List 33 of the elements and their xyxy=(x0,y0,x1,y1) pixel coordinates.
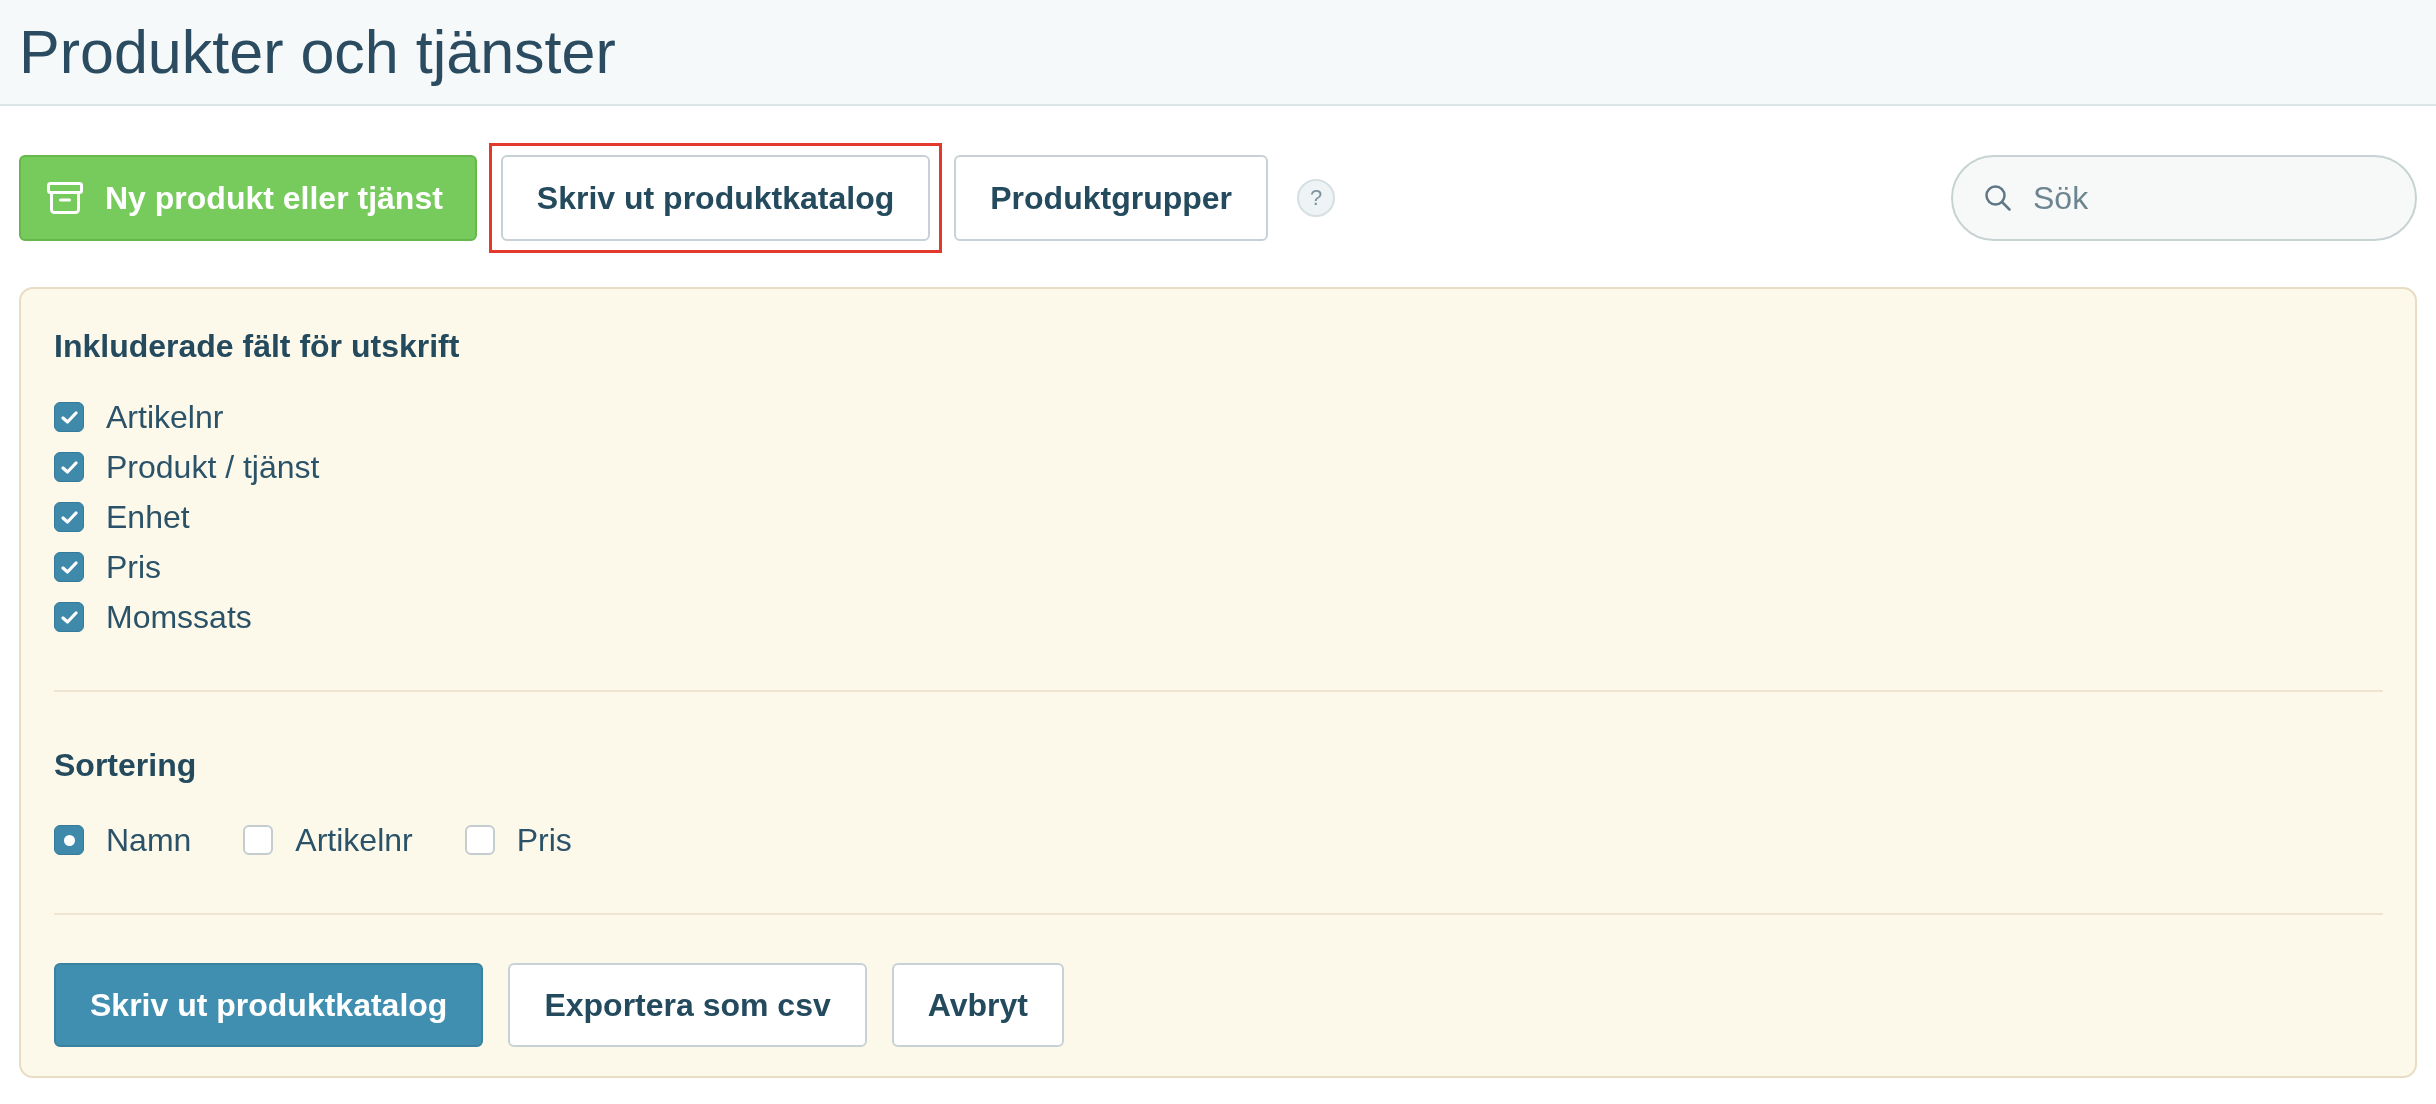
checkbox-label: Artikelnr xyxy=(106,398,224,437)
radio-button[interactable] xyxy=(54,825,84,855)
checkbox[interactable] xyxy=(54,602,84,632)
radio-button[interactable] xyxy=(243,825,274,855)
radio-label: Pris xyxy=(516,821,572,860)
checkbox-label: Produkt / tjänst xyxy=(106,448,320,487)
checkbox[interactable] xyxy=(54,452,84,482)
checkmark-icon xyxy=(60,410,78,424)
checkbox[interactable] xyxy=(54,552,84,582)
checkmark-icon xyxy=(60,560,78,574)
action-button[interactable]: Exportera som csv xyxy=(508,963,867,1047)
checkbox-label: Pris xyxy=(106,548,162,587)
search-icon xyxy=(1985,185,2011,211)
search-field[interactable]: Sök xyxy=(1951,155,2417,241)
toolbar-button[interactable]: Produktgrupper xyxy=(954,155,1268,241)
checkmark-icon xyxy=(60,510,78,524)
radio-button[interactable] xyxy=(464,825,495,855)
archive-box-icon xyxy=(47,182,83,214)
checkbox[interactable] xyxy=(54,502,84,532)
dot-icon xyxy=(63,834,75,846)
radio-label: Namn xyxy=(106,821,192,860)
checkmark-icon xyxy=(60,610,78,624)
section-heading: Sortering xyxy=(54,746,197,785)
checkbox-label: Enhet xyxy=(106,498,190,537)
toolbar-button[interactable]: Skriv ut produktkatalog xyxy=(500,155,931,241)
section-heading: Inkluderade fält för utskrift xyxy=(54,327,460,366)
checkbox[interactable] xyxy=(54,402,84,432)
checkbox-label: Momssats xyxy=(106,598,252,637)
page-title: Produkter och tjänster xyxy=(19,17,616,87)
submit-button[interactable]: Skriv ut produktkatalog xyxy=(54,963,484,1047)
radio-label: Artikelnr xyxy=(295,821,413,860)
checkmark-icon xyxy=(60,460,78,474)
action-button[interactable]: Avbryt xyxy=(891,963,1064,1047)
